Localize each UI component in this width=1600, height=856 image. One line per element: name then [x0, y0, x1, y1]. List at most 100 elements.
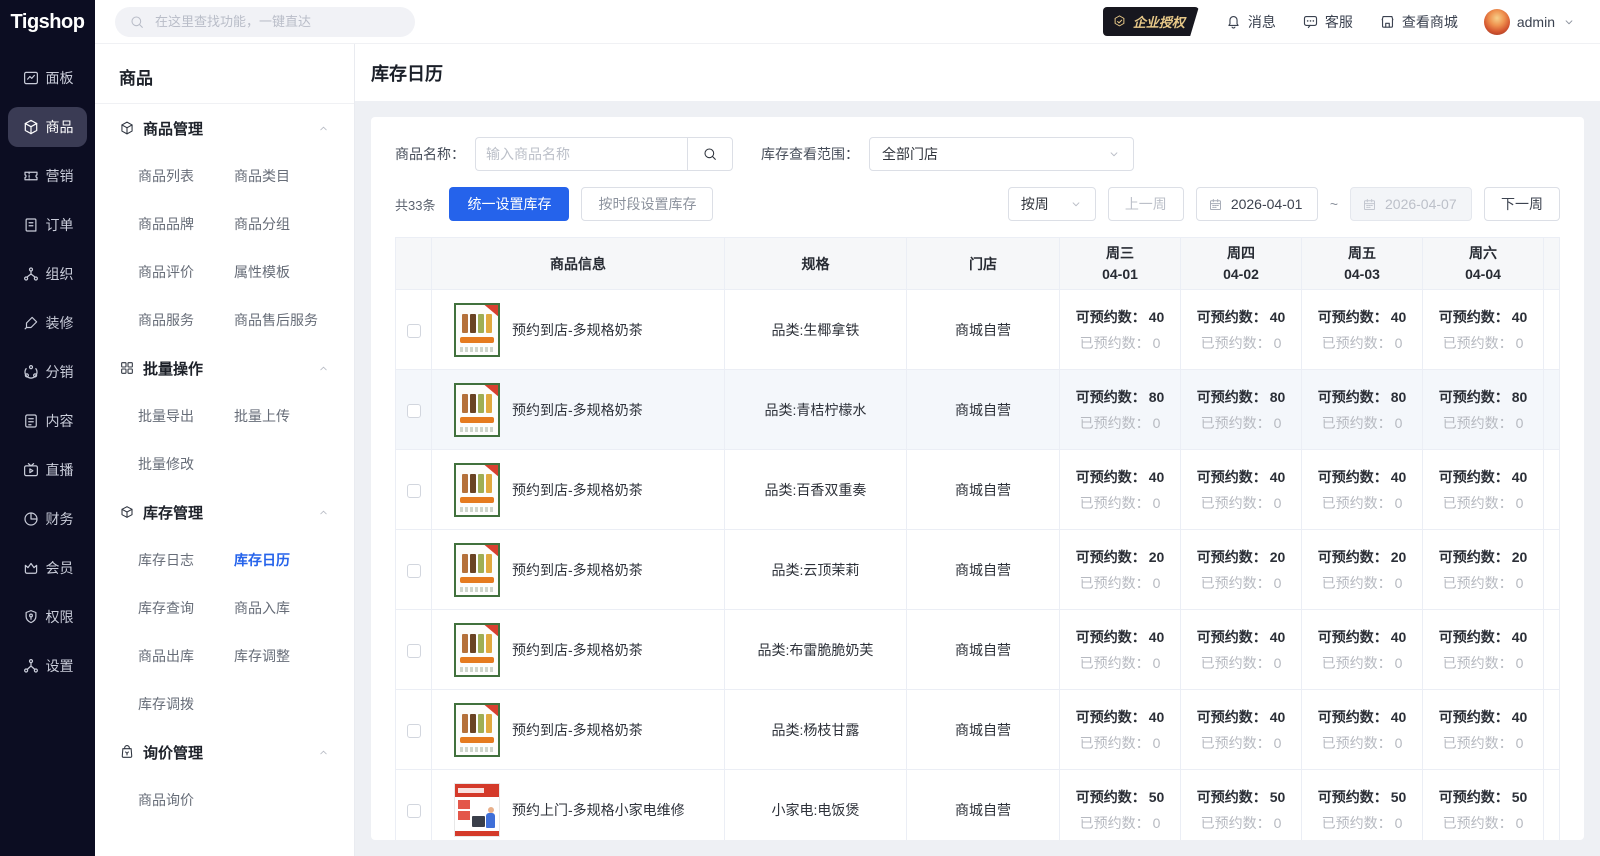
submenu-item[interactable]: 商品品牌 — [138, 200, 234, 248]
user-menu[interactable]: admin — [1483, 8, 1576, 35]
sidebar-item-finance[interactable]: 财务 — [8, 499, 87, 539]
next-week-button[interactable]: 下一周 — [1484, 187, 1560, 221]
sidebar-item-marketing[interactable]: 营销 — [8, 156, 87, 196]
available-count: 可预约数： 40 — [1438, 628, 1528, 645]
global-search-input[interactable] — [153, 13, 401, 30]
submenu-item[interactable]: 商品分组 — [234, 200, 330, 248]
product-name: 预约到店-多规格奶茶 — [512, 321, 643, 338]
row-checkbox[interactable] — [406, 403, 421, 418]
available-count: 可预约数： 40 — [1317, 308, 1407, 325]
sidebar-item-orders[interactable]: 订单 — [8, 205, 87, 245]
product-spec: 品类:生椰拿铁 — [724, 289, 907, 370]
clipped-cell — [1543, 449, 1560, 530]
store-name: 商城自营 — [906, 529, 1060, 610]
sidebar-item-dist[interactable]: 分销 — [8, 352, 87, 392]
table-row: 预约上门-多规格小家电维修 小家电:电饭煲 商城自营 可预约数： 50 已预约数： 0 可预约… — [395, 769, 1560, 840]
set-stock-button[interactable]: 统一设置库存 — [449, 187, 570, 221]
set-stock-by-period-button[interactable]: 按时段设置库存 — [581, 187, 714, 221]
submenu-item[interactable]: 库存调整 — [234, 632, 330, 680]
product-image — [454, 622, 500, 677]
booked-count: 已预约数： 0 — [1200, 414, 1282, 431]
messages-link[interactable]: 消息 — [1225, 12, 1276, 32]
chevron-up-icon[interactable] — [317, 362, 330, 375]
filter-row: 商品名称： 库存查看范围： — [395, 137, 1560, 171]
sidebar-item-label: 面板 — [45, 70, 74, 86]
chevron-up-icon[interactable] — [317, 506, 330, 519]
day-cell: 可预约数： 50 已预约数： 0 — [1422, 769, 1544, 840]
sidebar-item-dashboard[interactable]: 面板 — [8, 58, 87, 98]
submenu-section-inquiry[interactable]: 询价管理 — [119, 728, 330, 776]
day-cell: 可预约数： 40 已预约数： 0 — [1301, 609, 1423, 690]
product-name: 预约到店-多规格奶茶 — [512, 721, 643, 738]
sidebar-item-org[interactable]: 组织 — [8, 254, 87, 294]
submenu-item[interactable]: 商品入库 — [234, 584, 330, 632]
scope-select[interactable]: 全部门店 — [869, 137, 1134, 171]
prev-week-button[interactable]: 上一周 — [1107, 187, 1184, 221]
available-count: 可预约数： 40 — [1438, 468, 1528, 485]
calendar-icon — [1362, 197, 1377, 212]
submenu-item[interactable]: 库存调拨 — [138, 680, 234, 728]
submenu-section-stock[interactable]: 库存管理 — [119, 488, 330, 536]
submenu-item[interactable]: 商品类目 — [234, 152, 330, 200]
submenu-item[interactable]: 商品出库 — [138, 632, 234, 680]
chevron-up-icon[interactable] — [317, 746, 330, 759]
submenu-item[interactable]: 商品评价 — [138, 248, 234, 296]
available-count: 可预约数： 40 — [1196, 708, 1286, 725]
row-checkbox[interactable] — [406, 723, 421, 738]
row-checkbox[interactable] — [406, 323, 421, 338]
end-date-input[interactable]: 2026-04-07 — [1350, 187, 1472, 221]
sidebar-item-content[interactable]: 内容 — [8, 401, 87, 441]
product-search-button[interactable] — [687, 137, 733, 171]
row-checkbox[interactable] — [406, 563, 421, 578]
live-icon — [22, 461, 40, 479]
product-name-input[interactable] — [475, 137, 687, 171]
avatar — [1483, 8, 1510, 35]
sidebar-item-member[interactable]: 会员 — [8, 548, 87, 588]
submenu-item[interactable]: 属性模板 — [234, 248, 330, 296]
page-title: 库存日历 — [371, 63, 443, 84]
goods-icon — [119, 120, 135, 136]
submenu-item[interactable]: 库存日志 — [138, 536, 234, 584]
marketing-icon — [22, 167, 40, 185]
content-card: 商品名称： 库存查看范围： — [371, 117, 1584, 840]
sidebar-item-settings[interactable]: 设置 — [8, 646, 87, 686]
sidebar-item-goods[interactable]: 商品 — [8, 107, 87, 147]
submenu-item[interactable]: 商品售后服务 — [234, 296, 330, 344]
start-date-input[interactable]: 2026-04-01 — [1195, 187, 1318, 221]
booked-count: 已预约数： 0 — [1321, 414, 1403, 431]
support-link[interactable]: 客服 — [1302, 12, 1353, 32]
booked-count: 已预约数： 0 — [1200, 654, 1282, 671]
submenu-section-goods[interactable]: 商品管理 — [119, 104, 330, 152]
submenu-item[interactable]: 商品服务 — [138, 296, 234, 344]
submenu-item[interactable]: 商品列表 — [138, 152, 234, 200]
period-select[interactable]: 按周 — [1007, 187, 1096, 221]
member-icon — [22, 559, 40, 577]
submenu-item[interactable]: 库存查询 — [138, 584, 234, 632]
enterprise-license-badge[interactable]: 企业授权 — [1102, 7, 1199, 36]
deco-icon — [22, 314, 40, 332]
row-checkbox[interactable] — [406, 483, 421, 498]
app-logo[interactable]: Tigshop — [0, 0, 95, 44]
scope-label: 库存查看范围： — [761, 146, 859, 162]
sidebar-item-deco[interactable]: 装修 — [8, 303, 87, 343]
content-icon — [22, 412, 40, 430]
submenu-item[interactable]: 批量上传 — [234, 392, 330, 440]
submenu-item[interactable]: 库存日历 — [234, 536, 330, 584]
submenu-item[interactable]: 商品询价 — [138, 776, 234, 824]
chevron-up-icon[interactable] — [317, 122, 330, 135]
day-column-header: 周六 04-04 — [1422, 237, 1544, 290]
submenu-item[interactable]: 批量修改 — [138, 440, 234, 488]
sidebar-item-label: 营销 — [45, 168, 74, 184]
search-icon — [129, 14, 145, 30]
sidebar-item-live[interactable]: 直播 — [8, 450, 87, 490]
row-checkbox[interactable] — [406, 803, 421, 818]
submenu-section-grid[interactable]: 批量操作 — [119, 344, 330, 392]
available-count: 可预约数： 40 — [1075, 708, 1165, 725]
available-count: 可预约数： 40 — [1075, 468, 1165, 485]
view-mall-link[interactable]: 查看商城 — [1379, 12, 1458, 32]
global-search[interactable] — [115, 6, 415, 37]
app-root: Tigshop 面板商品营销订单组织装修分销内容直播财务会员权限设置 企业授权 … — [0, 0, 1600, 856]
sidebar-item-auth[interactable]: 权限 — [8, 597, 87, 637]
submenu-item[interactable]: 批量导出 — [138, 392, 234, 440]
row-checkbox[interactable] — [406, 643, 421, 658]
